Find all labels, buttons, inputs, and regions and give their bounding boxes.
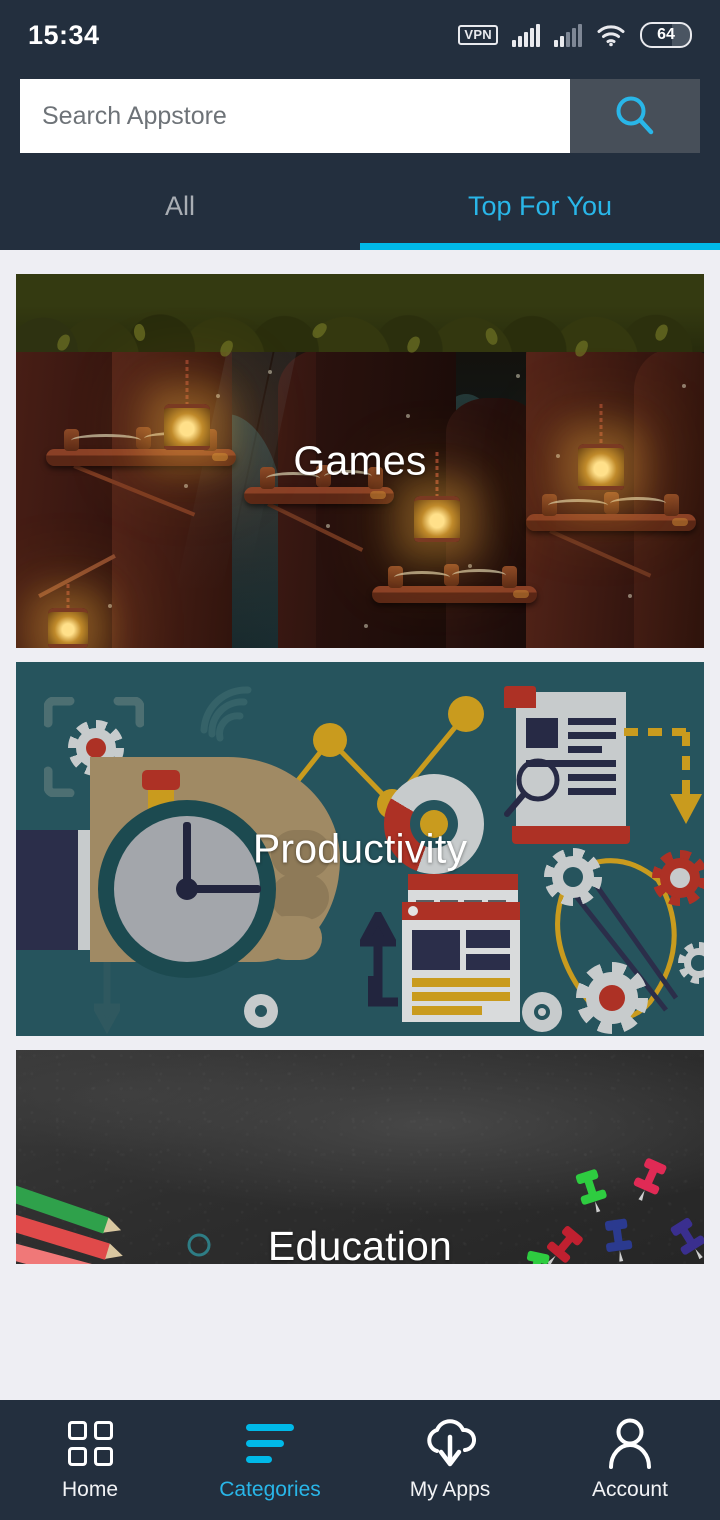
category-title-productivity: Productivity: [252, 825, 468, 872]
app-header: 15:34 VPN 64 Search Appstore All Top For…: [0, 0, 720, 250]
search-input[interactable]: [20, 79, 570, 153]
corner-icon: [368, 976, 398, 1007]
list-lines-icon: [246, 1418, 294, 1468]
nav-label-my-apps: My Apps: [409, 1478, 491, 1501]
canopy: [16, 274, 704, 352]
nav-label-categories: Categories: [219, 1478, 321, 1501]
cloud-download-icon: [420, 1418, 480, 1468]
magnifier-icon: [504, 758, 560, 817]
dashed-arrow-icon: [624, 728, 702, 824]
app-screen: 15:34 VPN 64 Search Appstore All Top For…: [0, 0, 720, 1520]
window-front-icon: [402, 902, 520, 1022]
tab-all[interactable]: All: [0, 162, 360, 250]
washer-icon: [522, 992, 562, 1032]
category-card-education[interactable]: Education: [16, 1050, 704, 1264]
status-icon-group: VPN 64: [458, 22, 692, 48]
search-bar: [20, 79, 700, 153]
nav-label-account: Account: [592, 1478, 668, 1501]
category-card-productivity[interactable]: Productivity: [16, 662, 704, 1036]
cellular-signal-icon: [512, 23, 540, 47]
tab-top-for-you[interactable]: Top For You: [360, 162, 720, 250]
washer-icon: [244, 994, 278, 1028]
category-card-games[interactable]: Games: [16, 274, 704, 648]
category-title-education: Education: [267, 1223, 453, 1264]
search-button[interactable]: [570, 79, 700, 153]
person-icon: [605, 1418, 655, 1469]
wifi-icon: [597, 25, 625, 47]
tab-all-underline: [0, 243, 360, 250]
nav-item-categories[interactable]: Categories: [180, 1400, 360, 1520]
nav-item-account[interactable]: Account: [540, 1400, 720, 1520]
cellular-signal-secondary-icon: [554, 23, 582, 47]
nav-label-home: Home: [61, 1478, 119, 1501]
battery-icon: 64: [640, 22, 692, 48]
bottom-navigation: Home Categories My Apps Account: [0, 1400, 720, 1520]
gear-icon: [576, 962, 648, 1034]
tab-top-for-you-label: Top For You: [467, 190, 613, 221]
nav-item-home[interactable]: Home: [0, 1400, 180, 1520]
search-icon: [616, 96, 654, 135]
signal-icon: [200, 686, 252, 742]
category-title-games: Games: [293, 437, 427, 484]
vpn-icon: VPN: [458, 25, 498, 45]
tab-top-for-you-underline: [360, 243, 720, 250]
grid-icon: [67, 1418, 113, 1468]
tab-bar: All Top For You: [0, 162, 720, 250]
tab-all-label: All: [164, 190, 195, 221]
category-list[interactable]: Games Productivity Education: [0, 250, 720, 1400]
status-clock: 15:34: [28, 19, 100, 50]
down-arrow-faint-icon: [94, 957, 120, 1035]
status-bar: 15:34 VPN 64: [0, 0, 720, 70]
nav-item-my-apps[interactable]: My Apps: [360, 1400, 540, 1520]
